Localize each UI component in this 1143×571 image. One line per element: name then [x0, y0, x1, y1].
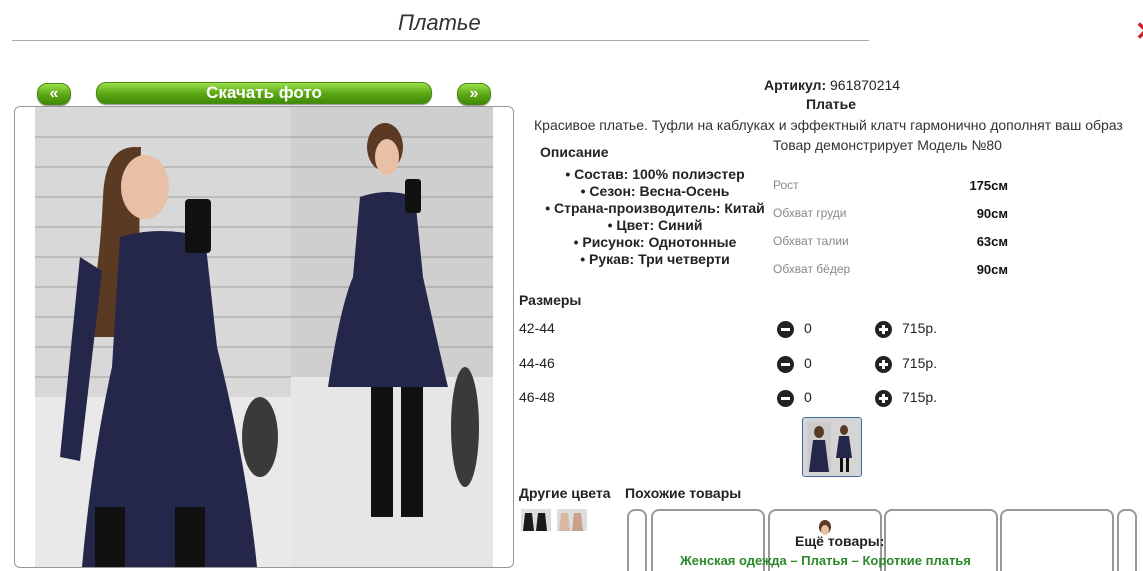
minus-icon[interactable]	[777, 321, 794, 338]
size-row: 46-48 0 715р.	[519, 389, 959, 409]
measurement-label: Обхват бёдер	[773, 262, 851, 276]
size-qty: 0	[804, 355, 812, 371]
measurement-row: Обхват бёдер 90см	[773, 262, 1013, 290]
similar-next-card[interactable]	[1117, 509, 1137, 571]
plus-icon[interactable]	[875, 356, 892, 373]
measurement-value: 90см	[976, 206, 1008, 221]
measurement-row: Обхват груди 90см	[773, 206, 1013, 234]
measurement-row: Обхват талии 63см	[773, 234, 1013, 262]
photo-frame	[14, 106, 514, 568]
prev-photo-button[interactable]: «	[37, 83, 71, 105]
property-list: Состав: 100% полиэстер Сезон: Весна-Осен…	[520, 166, 790, 268]
product-photo[interactable]	[35, 107, 493, 567]
property-item: Рисунок: Однотонные	[520, 234, 790, 251]
similar-prev-card[interactable]	[627, 509, 647, 571]
sizes-heading: Размеры	[519, 292, 582, 308]
size-qty: 0	[804, 389, 812, 405]
property-item: Рукав: Три четверти	[520, 251, 790, 268]
color-swatch-black[interactable]	[521, 509, 551, 531]
next-photo-button[interactable]: »	[457, 83, 491, 105]
size-price: 715р.	[902, 320, 938, 336]
property-item: Страна-производитель: Китай	[520, 200, 790, 217]
similar-card[interactable]	[1000, 509, 1114, 571]
size-row: 44-46 0 715р.	[519, 355, 959, 375]
measurement-value: 175см	[969, 178, 1008, 193]
download-photo-button[interactable]: Скачать фото	[96, 82, 432, 104]
measurement-row: Рост 175см	[773, 178, 1013, 206]
page-title: Платье	[398, 10, 481, 35]
photo-thumbnail[interactable]	[802, 417, 862, 477]
size-label: 46-48	[519, 389, 555, 405]
title-divider	[12, 40, 869, 41]
measurement-label: Обхват груди	[773, 206, 847, 220]
measurement-label: Обхват талии	[773, 234, 849, 248]
property-item: Сезон: Весна-Осень	[520, 183, 790, 200]
size-price: 715р.	[902, 389, 938, 405]
minus-icon[interactable]	[777, 390, 794, 407]
close-icon[interactable]: ✕	[1135, 18, 1143, 44]
minus-icon[interactable]	[777, 356, 794, 373]
similar-heading: Похожие товары	[625, 485, 742, 501]
measurement-label: Рост	[773, 178, 799, 192]
product-name: Платье	[806, 96, 856, 112]
more-products-heading: Ещё товары:	[795, 533, 885, 549]
product-description: Красивое платье. Туфли на каблуках и эфф…	[534, 117, 1123, 133]
other-colors-heading: Другие цвета	[519, 485, 611, 501]
article-value: 961870214	[830, 77, 901, 93]
model-measurements: Рост 175см Обхват груди 90см Обхват тали…	[773, 178, 1013, 290]
model-caption: Товар демонстрирует Модель №80	[773, 137, 1002, 153]
plus-icon[interactable]	[875, 321, 892, 338]
size-label: 44-46	[519, 355, 555, 371]
size-label: 42-44	[519, 320, 555, 336]
article-label: Артикул:	[764, 77, 827, 93]
measurement-value: 90см	[976, 262, 1008, 277]
color-swatch-beige[interactable]	[557, 509, 587, 531]
property-item: Цвет: Синий	[520, 217, 790, 234]
description-heading: Описание	[540, 144, 609, 160]
plus-icon[interactable]	[875, 390, 892, 407]
size-qty: 0	[804, 320, 812, 336]
size-row: 42-44 0 715р.	[519, 320, 959, 340]
measurement-value: 63см	[976, 234, 1008, 249]
article-line: Артикул: 961870214	[764, 77, 900, 93]
size-price: 715р.	[902, 355, 938, 371]
property-item: Состав: 100% полиэстер	[520, 166, 790, 183]
category-links[interactable]: Женская одежда – Платья – Короткие плать…	[680, 553, 971, 568]
